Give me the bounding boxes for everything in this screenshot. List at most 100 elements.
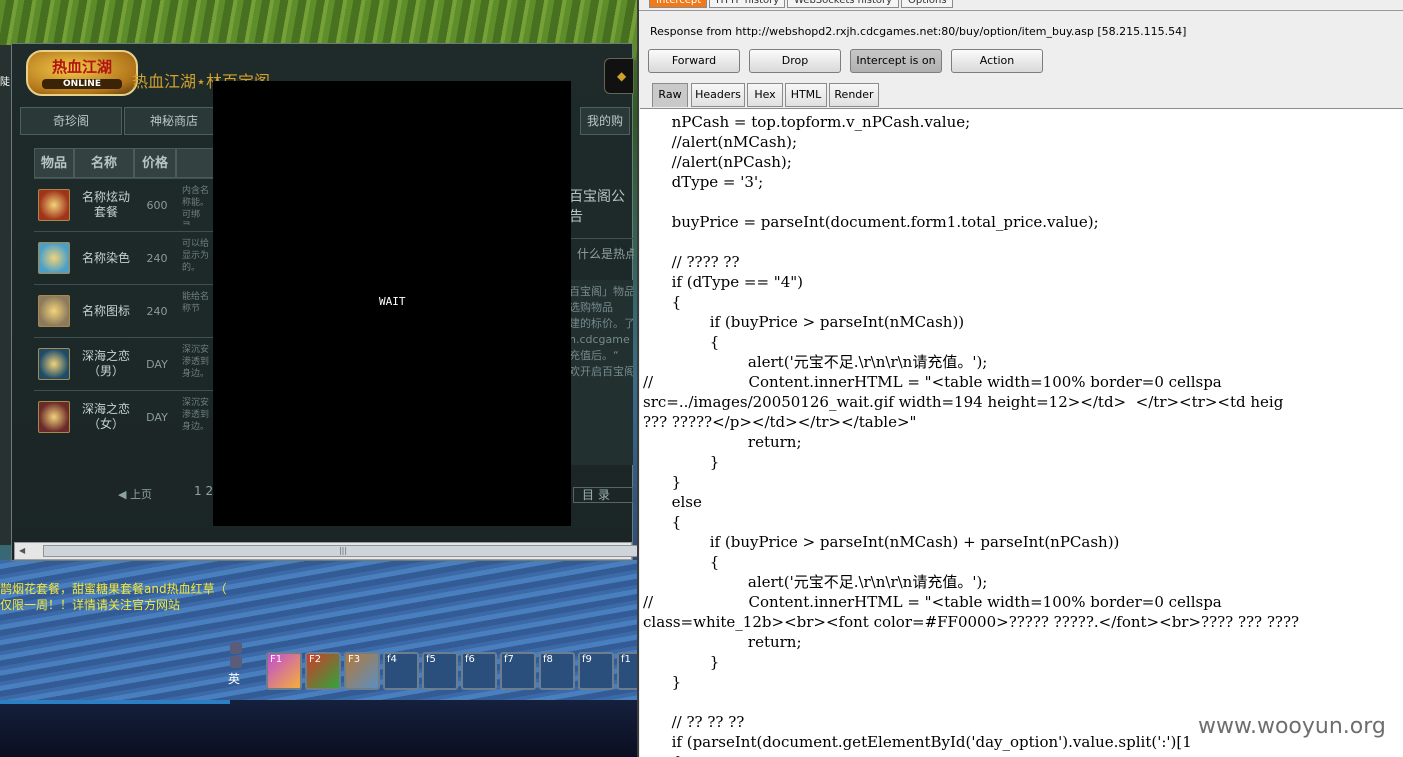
- chat-line: 鹊烟花套餐，甜蜜糖果套餐and热血红草（: [0, 582, 227, 596]
- item-name[interactable]: 名称炫动套餐: [79, 179, 133, 231]
- code-line: {: [643, 333, 720, 351]
- code-line: {: [643, 553, 720, 571]
- scroll-left-icon[interactable]: ◀: [19, 546, 25, 555]
- item-desc: 内含名称能。可绑录。: [182, 186, 210, 225]
- intercept-toggle-button[interactable]: Intercept is on: [850, 49, 942, 73]
- view-tab-raw[interactable]: Raw: [652, 83, 688, 107]
- hotbar-slot[interactable]: f4: [383, 652, 419, 690]
- code-line: ??? ?????</p></td></tr></table>": [643, 413, 917, 431]
- item-icon[interactable]: [38, 401, 70, 433]
- hotbar-slot[interactable]: f5: [422, 652, 458, 690]
- ime-indicator[interactable]: 英: [228, 670, 240, 687]
- item-icon[interactable]: [38, 348, 70, 380]
- item-name[interactable]: 名称染色: [79, 232, 133, 284]
- shop-logo-text: 热血江湖: [51, 58, 112, 76]
- hotbar-slot[interactable]: F1: [266, 652, 302, 690]
- column-header-desc: [176, 148, 214, 178]
- notice-line: 欢开启百宝阁: [569, 365, 633, 378]
- table-row[interactable]: 深海之恋（女） DAY 深沉安渗透到身边。: [34, 390, 214, 442]
- tab-treasure[interactable]: 奇珍阁: [20, 107, 122, 135]
- view-tab-hex[interactable]: Hex: [747, 83, 783, 107]
- column-header-item: 物品: [34, 148, 74, 178]
- bottom-status-area: [0, 700, 637, 757]
- hotbar-slot[interactable]: f9: [578, 652, 614, 690]
- tab-http-history[interactable]: HTTP history: [709, 0, 785, 8]
- hotkey-label: F2: [309, 654, 322, 665]
- item-price: 240: [146, 304, 168, 318]
- code-line: {: [643, 513, 682, 531]
- table-row[interactable]: 名称图标 240 能给名称节: [34, 284, 214, 336]
- item-desc: 深沉安渗透到身边。: [182, 398, 210, 432]
- table-row[interactable]: 名称炫动套餐 600 内含名称能。可绑录。: [34, 178, 214, 230]
- hotbar-slot[interactable]: F2: [305, 652, 341, 690]
- forward-button[interactable]: Forward: [648, 49, 740, 73]
- hotbar-slot[interactable]: f8: [539, 652, 575, 690]
- hotkey-label: f7: [504, 654, 514, 665]
- watermark: www.wooyun.org: [1198, 714, 1386, 739]
- prev-page-link[interactable]: ◀ 上页: [118, 486, 152, 502]
- horizontal-scrollbar[interactable]: ◀ |||: [14, 542, 637, 560]
- column-header-name: 名称: [74, 148, 134, 178]
- hotkey-label: f5: [426, 654, 436, 665]
- notice-question[interactable]: 什么是热点: [564, 238, 634, 266]
- code-line: //alert(nMCash);: [643, 133, 798, 151]
- item-price: 600: [146, 198, 168, 212]
- shop-top-button[interactable]: ◆: [604, 58, 634, 94]
- code-line: {: [643, 752, 682, 757]
- notice-line: 百宝阁」物品: [569, 285, 633, 298]
- burp-proxy-window: Intercept HTTP history WebSockets histor…: [637, 0, 1403, 757]
- directory-button[interactable]: 目 录: [573, 487, 633, 503]
- table-row[interactable]: 名称染色 240 可以给显示为的。: [34, 231, 214, 283]
- view-tab-render[interactable]: Render: [829, 83, 879, 107]
- drop-button[interactable]: Drop: [749, 49, 841, 73]
- item-price: DAY: [146, 357, 168, 371]
- tab-options[interactable]: Options: [901, 0, 953, 8]
- item-name[interactable]: 深海之恋（女）: [79, 391, 133, 443]
- table-row[interactable]: 深海之恋（男） DAY 深沉安渗透到身边。: [34, 337, 214, 389]
- scrollbar-thumb[interactable]: |||: [43, 545, 637, 557]
- code-line: }: [643, 453, 720, 471]
- notice-body: 百宝阁」物品 选购物品 建的标价。了 h.cdcgame 充值后。“ 欢开启百宝…: [565, 280, 633, 465]
- response-editor[interactable]: nPCash = top.topform.v_nPCash.value; //a…: [640, 108, 1403, 757]
- mini-slot-icon[interactable]: [230, 642, 242, 654]
- hotkey-label: f1: [621, 654, 631, 665]
- code-line: alert('元宝不足.\r\n\r\n请充值。');: [643, 573, 988, 591]
- view-tab-html[interactable]: HTML: [785, 83, 827, 107]
- code-line: if (buyPrice > parseInt(nMCash) + parseI…: [643, 533, 1120, 551]
- notice-line: 建的标价。了: [569, 317, 633, 330]
- item-price: DAY: [146, 410, 168, 424]
- code-line: // Content.innerHTML = "<table width=100…: [643, 593, 1222, 611]
- tab-divider: [639, 10, 1403, 11]
- action-button[interactable]: Action: [951, 49, 1043, 73]
- hotbar-slot[interactable]: f6: [461, 652, 497, 690]
- hotbar-slot[interactable]: f7: [500, 652, 536, 690]
- hotbar-slot[interactable]: F3: [344, 652, 380, 690]
- item-name[interactable]: 深海之恋（男）: [79, 338, 133, 390]
- item-desc: 能给名称节: [182, 292, 210, 314]
- tab-mystery-shop[interactable]: 神秘商店: [124, 107, 224, 135]
- tab-my-purchases[interactable]: 我的购: [580, 107, 630, 135]
- page-numbers[interactable]: 1 2: [194, 484, 213, 498]
- shop-logo: 热血江湖 ONLINE: [26, 50, 138, 96]
- item-icon[interactable]: [38, 295, 70, 327]
- view-tab-headers[interactable]: Headers: [691, 83, 745, 107]
- code-line: if (parseInt(document.getElementById('da…: [643, 733, 1192, 751]
- tab-intercept[interactable]: Intercept: [649, 0, 707, 8]
- hotkey-label: f4: [387, 654, 397, 665]
- item-desc: 深沉安渗透到身边。: [182, 345, 210, 379]
- mini-slot-icon[interactable]: [230, 656, 242, 668]
- code-line: }: [643, 673, 682, 691]
- code-line: dType = '3';: [643, 173, 764, 191]
- item-icon[interactable]: [38, 189, 70, 221]
- item-name[interactable]: 名称图标: [79, 285, 133, 337]
- response-url-line: Response from http://webshopd2.rxjh.cdcg…: [650, 25, 1187, 38]
- item-icon[interactable]: [38, 242, 70, 274]
- hotkey-label: f9: [582, 654, 592, 665]
- wait-text: WAIT: [379, 295, 406, 308]
- code-line: buyPrice = parseInt(document.form1.total…: [643, 213, 1099, 231]
- hotbar-slot[interactable]: f1: [617, 652, 637, 690]
- game-window: 陡 热血江湖 ONLINE 热血江湖⋆林百宝阁 ◆ 奇珍阁 神秘商店 我的购 物…: [0, 0, 637, 757]
- tab-websockets-history[interactable]: WebSockets history: [787, 0, 899, 8]
- code-line: nPCash = top.topform.v_nPCash.value;: [643, 113, 971, 131]
- code-line: else: [643, 493, 702, 511]
